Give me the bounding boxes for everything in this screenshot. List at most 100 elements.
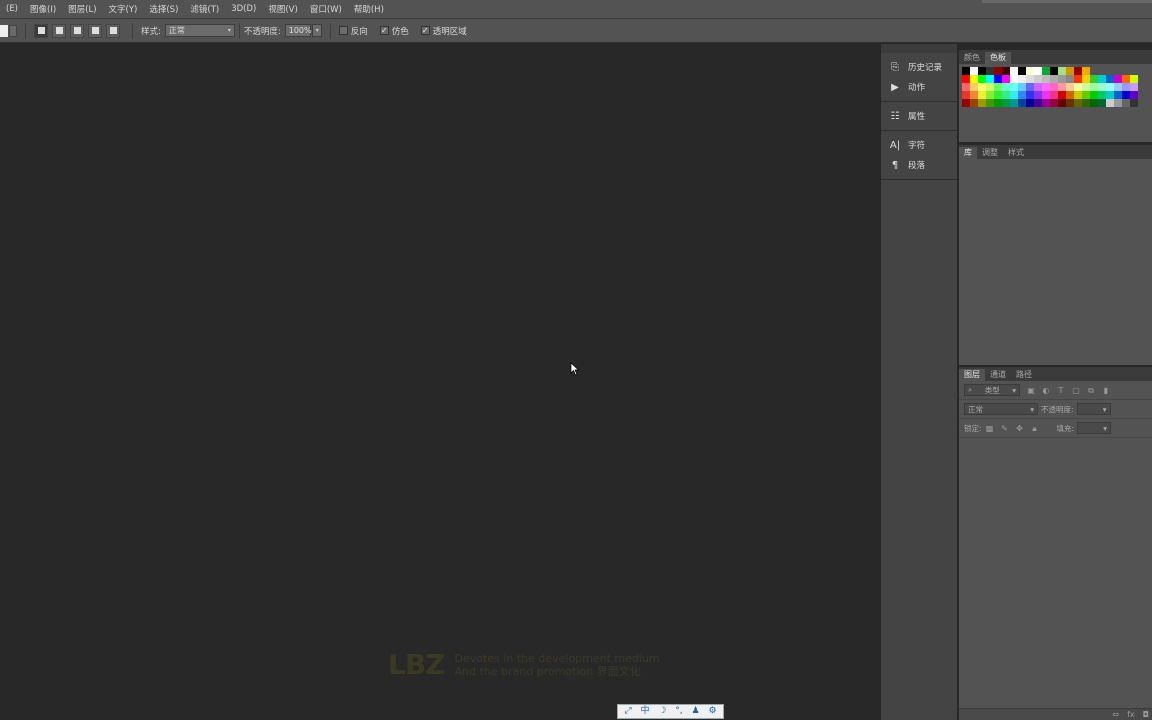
layer-opacity-field[interactable]: ▾ bbox=[1076, 403, 1111, 415]
type-filter-icon[interactable]: T bbox=[1056, 386, 1066, 395]
color-swatch[interactable] bbox=[962, 83, 970, 91]
tab-channels[interactable]: 通道 bbox=[985, 369, 1011, 381]
color-swatch[interactable] bbox=[1018, 91, 1026, 99]
color-swatch[interactable] bbox=[1058, 99, 1066, 107]
menu-item[interactable]: 文字(Y) bbox=[103, 3, 144, 15]
color-swatch[interactable] bbox=[1098, 83, 1106, 91]
color-swatch[interactable] bbox=[1026, 99, 1034, 107]
color-swatch[interactable] bbox=[962, 91, 970, 99]
tab-color[interactable]: 颜色 bbox=[959, 52, 985, 64]
color-swatch[interactable] bbox=[1106, 75, 1114, 83]
color-swatch[interactable] bbox=[1018, 99, 1026, 107]
tab-paths[interactable]: 路径 bbox=[1011, 369, 1037, 381]
lock-transparency-icon[interactable]: ▩ bbox=[985, 424, 995, 433]
color-swatch[interactable] bbox=[1042, 75, 1050, 83]
color-swatch[interactable] bbox=[986, 83, 994, 91]
dock-item-history[interactable]: ⎘ 历史记录 bbox=[881, 57, 957, 77]
color-swatch[interactable] bbox=[1026, 83, 1034, 91]
color-swatch[interactable] bbox=[986, 75, 994, 83]
smart-object-filter-icon[interactable]: ⧉ bbox=[1086, 386, 1096, 395]
ime-icon[interactable]: ⚙ bbox=[708, 705, 716, 718]
color-swatch[interactable] bbox=[1042, 99, 1050, 107]
dither-checkbox[interactable]: ✓ bbox=[379, 26, 389, 35]
ime-icon[interactable]: 中 bbox=[640, 705, 649, 718]
menu-item[interactable]: 视图(V) bbox=[262, 3, 303, 15]
color-swatch[interactable] bbox=[978, 91, 986, 99]
link-layers-icon[interactable]: ⇔ bbox=[1112, 710, 1119, 719]
color-swatch[interactable] bbox=[1106, 91, 1114, 99]
color-swatch[interactable] bbox=[1066, 67, 1074, 75]
filter-toggle-icon[interactable]: ▮ bbox=[1101, 386, 1111, 395]
color-swatch[interactable] bbox=[1002, 75, 1010, 83]
color-swatch[interactable] bbox=[1058, 75, 1066, 83]
color-swatch[interactable] bbox=[1090, 83, 1098, 91]
transparency-checkbox[interactable]: ✓ bbox=[420, 26, 430, 35]
color-swatch[interactable] bbox=[1002, 67, 1010, 75]
color-swatch[interactable] bbox=[1042, 91, 1050, 99]
document-canvas[interactable]: LBZ Devotes in the development medium An… bbox=[0, 44, 880, 720]
subtract-selection-button[interactable] bbox=[70, 23, 84, 38]
color-swatch[interactable] bbox=[1106, 83, 1114, 91]
reverse-checkbox[interactable] bbox=[338, 26, 348, 35]
color-swatch[interactable] bbox=[978, 83, 986, 91]
color-swatch[interactable] bbox=[1002, 83, 1010, 91]
color-swatch[interactable] bbox=[1010, 75, 1018, 83]
dock-item-properties[interactable]: ☷ 属性 bbox=[881, 106, 957, 126]
layer-effects-icon[interactable]: fx bbox=[1127, 710, 1135, 719]
color-swatch[interactable] bbox=[1122, 83, 1130, 91]
color-swatch[interactable] bbox=[1122, 99, 1130, 107]
color-swatch[interactable] bbox=[1082, 67, 1090, 75]
color-swatch[interactable] bbox=[1058, 83, 1066, 91]
menu-item[interactable]: 图层(L) bbox=[62, 3, 102, 15]
color-swatch[interactable] bbox=[1082, 99, 1090, 107]
color-swatch[interactable] bbox=[1130, 99, 1138, 107]
menu-item[interactable]: (E) bbox=[0, 4, 24, 14]
color-swatch[interactable] bbox=[994, 91, 1002, 99]
color-swatch[interactable] bbox=[1074, 91, 1082, 99]
style-dropdown[interactable]: 正常 ▾ bbox=[164, 24, 235, 37]
color-swatch[interactable] bbox=[1114, 83, 1122, 91]
fill-field[interactable]: ▾ bbox=[1077, 422, 1112, 434]
color-swatch[interactable] bbox=[1026, 75, 1034, 83]
color-swatch[interactable] bbox=[962, 99, 970, 107]
swatch-grid[interactable] bbox=[959, 64, 1152, 107]
color-swatch[interactable] bbox=[1034, 99, 1042, 107]
color-swatch[interactable] bbox=[978, 75, 986, 83]
pixel-filter-icon[interactable]: ▣ bbox=[1026, 386, 1036, 395]
menu-item[interactable]: 窗口(W) bbox=[304, 3, 348, 15]
color-swatch[interactable] bbox=[1114, 75, 1122, 83]
color-swatch[interactable] bbox=[1002, 91, 1010, 99]
color-swatch[interactable] bbox=[1058, 91, 1066, 99]
color-swatch[interactable] bbox=[1090, 75, 1098, 83]
color-swatch[interactable] bbox=[1066, 99, 1074, 107]
color-swatch[interactable] bbox=[1114, 91, 1122, 99]
dock-item-character[interactable]: A| 字符 bbox=[881, 135, 957, 155]
color-swatch[interactable] bbox=[986, 67, 994, 75]
lock-position-icon[interactable]: ✥ bbox=[1015, 424, 1025, 433]
ime-icon[interactable]: ♟ bbox=[692, 705, 700, 718]
color-swatch[interactable] bbox=[1058, 67, 1066, 75]
color-swatch[interactable] bbox=[994, 99, 1002, 107]
color-swatch[interactable] bbox=[962, 75, 970, 83]
tool-preset-swatch[interactable] bbox=[0, 24, 8, 37]
intersect-selection-button[interactable] bbox=[88, 23, 102, 38]
tab-adjustments[interactable]: 调整 bbox=[977, 147, 1003, 159]
shape-filter-icon[interactable]: ▢ bbox=[1071, 386, 1081, 395]
color-swatch[interactable] bbox=[1074, 99, 1082, 107]
color-swatch[interactable] bbox=[1066, 91, 1074, 99]
color-swatch[interactable] bbox=[1074, 67, 1082, 75]
lock-all-icon[interactable]: 🔒︎ bbox=[1030, 424, 1040, 433]
color-swatch[interactable] bbox=[1130, 91, 1138, 99]
color-swatch[interactable] bbox=[970, 91, 978, 99]
tool-preset-dropdown[interactable] bbox=[9, 24, 17, 37]
color-swatch[interactable] bbox=[970, 83, 978, 91]
color-swatch[interactable] bbox=[994, 83, 1002, 91]
color-swatch[interactable] bbox=[1066, 75, 1074, 83]
color-swatch[interactable] bbox=[1082, 75, 1090, 83]
color-swatch[interactable] bbox=[1010, 99, 1018, 107]
color-swatch[interactable] bbox=[1122, 75, 1130, 83]
color-swatch[interactable] bbox=[1042, 67, 1050, 75]
ime-icon[interactable]: °, bbox=[675, 705, 682, 718]
color-swatch[interactable] bbox=[1034, 67, 1042, 75]
tab-swatches[interactable]: 色板 bbox=[985, 52, 1011, 64]
